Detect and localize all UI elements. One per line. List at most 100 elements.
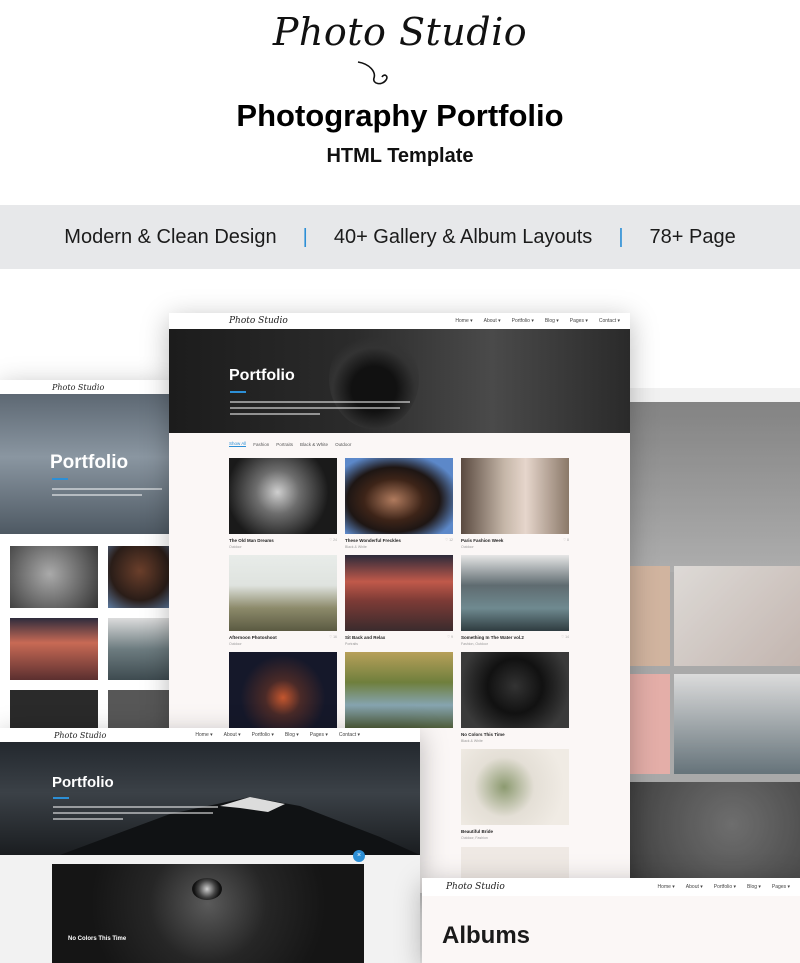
hero-accent (53, 797, 69, 799)
mockup-bottom-left: Photo Studio Home ▾ About ▾ Portfolio ▾ … (0, 728, 420, 963)
nav-item[interactable]: Home ▾ (195, 732, 212, 738)
hero-text (53, 812, 213, 814)
card-image (461, 555, 569, 631)
hero-image: Portfolio (0, 394, 172, 534)
card-image (461, 458, 569, 534)
nav-item[interactable]: Blog ▾ (747, 884, 761, 890)
portfolio-card[interactable]: Paris Fashion Week Outdoor ♡ 8 (461, 458, 569, 549)
mockup-nav: Photo Studio Home ▾ About ▾ Portfolio ▾ … (422, 878, 800, 896)
card-likes: ♡ 24 (328, 538, 337, 542)
nav-item[interactable]: Pages ▾ (570, 318, 588, 324)
nav-item[interactable]: Portfolio ▾ (252, 732, 274, 738)
feature-band: Modern & Clean Design | 40+ Gallery & Al… (0, 205, 800, 269)
hero-text (230, 407, 400, 409)
hero-text (52, 488, 162, 490)
card-title: No Colors This Time (461, 732, 505, 737)
portfolio-card[interactable]: These Wonderful Freckles Black & White ♡… (345, 458, 453, 549)
thumb-image (108, 546, 172, 608)
gallery-image (630, 566, 670, 666)
scroll-up-button[interactable]: × (353, 850, 365, 862)
card-likes: ♡ 14 (560, 635, 569, 639)
portfolio-card[interactable] (345, 652, 453, 728)
card-image (229, 652, 337, 728)
nav-item[interactable]: About ▾ (484, 318, 501, 324)
portfolio-card[interactable]: Beautiful Bride Outdoor, Fashion (461, 749, 569, 840)
card-title: Sit Back and Relax (345, 635, 386, 640)
nav-item[interactable]: Contact ▾ (599, 318, 620, 324)
hero-title: Portfolio (229, 367, 295, 384)
portfolio-card[interactable]: No Colors This Time Black & White (461, 652, 569, 743)
hero-title: Portfolio (52, 774, 114, 791)
nav-item[interactable]: About ▾ (686, 884, 703, 890)
hero-text (52, 494, 142, 496)
portfolio-card[interactable]: The Old Man Dreams Outdoor ♡ 24 (229, 458, 337, 549)
nav-item[interactable]: Blog ▾ (285, 732, 299, 738)
camera-graphic (329, 329, 419, 429)
nav-item[interactable]: Portfolio ▾ (714, 884, 736, 890)
feature-separator: | (302, 225, 308, 248)
card-title: These Wonderful Freckles (345, 538, 401, 543)
camera-lens-graphic (192, 878, 222, 900)
gallery-image (630, 674, 670, 774)
featured-caption: No Colors This Time (68, 936, 127, 942)
filter-tab[interactable]: Outdoor (335, 442, 351, 447)
feature-item: 40+ Gallery & Album Layouts (333, 225, 593, 248)
filter-tab[interactable]: Fashion (253, 442, 269, 447)
card-image (229, 555, 337, 631)
mockup-logo: Photo Studio (52, 382, 105, 392)
filter-tabs: Show All Fashion Portraits Black & White… (169, 433, 630, 455)
logo-swirl-ornament (357, 61, 388, 85)
nav-item[interactable]: Home ▾ (455, 318, 472, 324)
thumb-image (10, 618, 98, 680)
card-title: Paris Fashion Week (461, 538, 504, 543)
nav-item[interactable]: About ▾ (224, 732, 241, 738)
card-category: Black & White (345, 545, 367, 549)
thumb-image (108, 618, 172, 680)
hero-text (230, 413, 320, 415)
page-title: Photography Portfolio (236, 98, 564, 133)
card-category: Portraits (345, 642, 359, 646)
feature-separator: | (618, 225, 624, 248)
card-likes: ♡ 8 (562, 538, 569, 542)
nav-item[interactable]: Pages ▾ (772, 884, 790, 890)
card-image (461, 749, 569, 825)
mockup-menu: Home ▾ About ▾ Portfolio ▾ Blog ▾ Pages … (658, 884, 790, 890)
gallery-image (630, 782, 800, 888)
mockup-nav (630, 388, 800, 402)
nav-item[interactable]: Home ▾ (658, 884, 675, 890)
mockup-logo: Photo Studio (229, 316, 288, 326)
mockup-menu: Home ▾ About ▾ Portfolio ▾ Blog ▾ Pages … (455, 318, 620, 324)
card-likes: ♡ 16 (328, 635, 337, 639)
mockup-right-faded (630, 388, 800, 888)
portfolio-card[interactable]: Sit Back and Relax Portraits ♡ 9 (345, 555, 453, 646)
portfolio-card[interactable] (229, 652, 337, 728)
portfolio-card[interactable]: Afternoon Photoshoot Outdoor ♡ 16 (229, 555, 337, 646)
mockup-logo: Photo Studio (446, 882, 505, 892)
card-image (345, 652, 453, 728)
hero-accent (230, 391, 246, 393)
gallery-image (674, 674, 800, 774)
hero-title: Portfolio (50, 452, 129, 473)
filter-tab[interactable]: Black & White (300, 442, 328, 447)
nav-item[interactable]: Contact ▾ (339, 732, 360, 738)
hero-text (53, 818, 123, 820)
albums-heading: Albums (442, 922, 531, 949)
hero-text (230, 401, 410, 403)
thumb-image (10, 546, 98, 608)
card-image (345, 458, 453, 534)
card-image (345, 555, 453, 631)
card-category: Outdoor (461, 545, 474, 549)
card-title: Something In The Water vol.2 (461, 635, 524, 640)
nav-item[interactable]: Portfolio ▾ (512, 318, 534, 324)
filter-tab[interactable]: Show All (229, 441, 247, 447)
hero-image: Portfolio (169, 329, 630, 433)
filter-tab[interactable]: Portraits (276, 442, 293, 447)
page-subtitle: HTML Template (326, 145, 474, 167)
card-image (229, 458, 337, 534)
nav-item[interactable]: Pages ▾ (310, 732, 328, 738)
mockup-menu: Home ▾ About ▾ Portfolio ▾ Blog ▾ Pages … (195, 732, 360, 738)
card-category: Outdoor (229, 545, 242, 549)
nav-item[interactable]: Blog ▾ (545, 318, 559, 324)
hero-image: Portfolio (0, 742, 420, 855)
portfolio-card[interactable]: Something In The Water vol.2 Fashion, Ou… (461, 555, 569, 646)
